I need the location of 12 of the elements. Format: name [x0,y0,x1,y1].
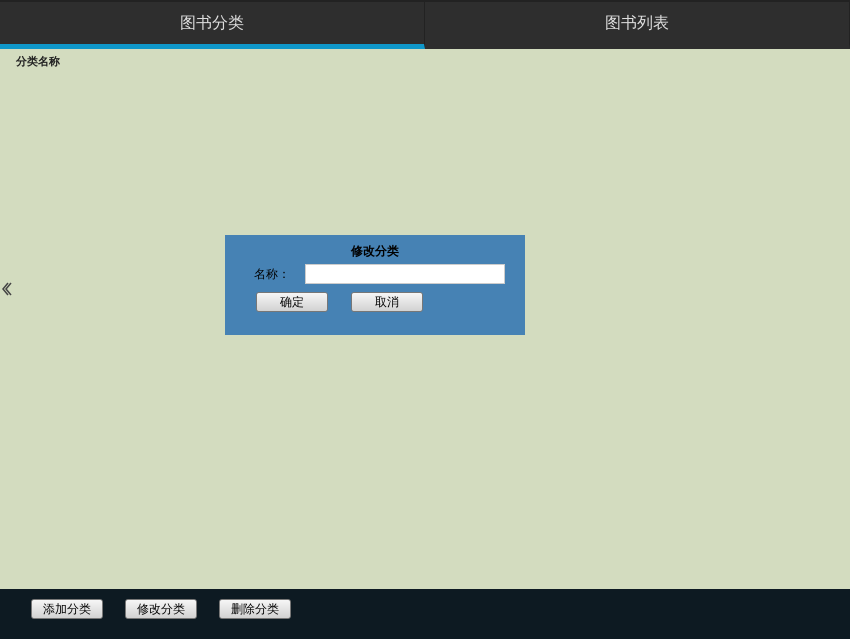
footer-button[interactable]: 删除分类 [219,599,291,619]
dialog-button[interactable]: 取消 [351,292,423,312]
dialog-button[interactable]: 确定 [256,292,328,312]
name-field[interactable] [305,264,505,284]
footer-button[interactable]: 添加分类 [31,599,103,619]
column-header: 分类名称 [15,54,61,70]
tab[interactable]: 图书分类 [0,2,425,49]
footer-button[interactable]: 修改分类 [125,599,197,619]
field-label: 名称： [254,266,290,283]
collapse-icon[interactable] [2,282,12,296]
tab[interactable]: 图书列表 [425,2,850,49]
dialog-title: 修改分类 [350,243,400,260]
